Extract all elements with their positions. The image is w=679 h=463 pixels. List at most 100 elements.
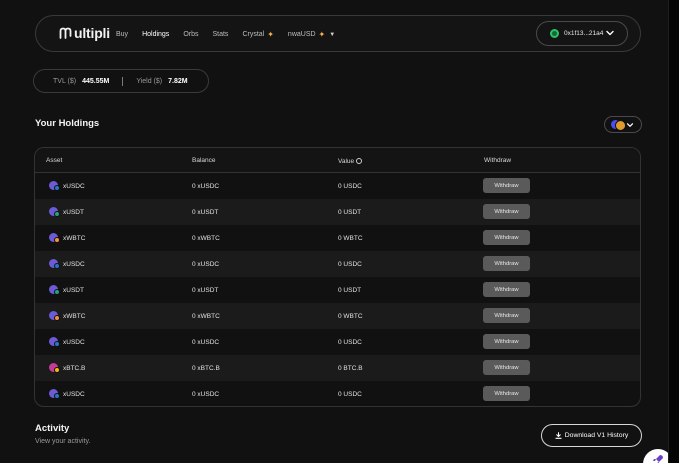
table-row: xUSDC 0 xUSDC 0 USDC Withdraw — [35, 251, 640, 277]
value-cell: 0 USDC — [338, 183, 362, 190]
asset-cell: xUSDC — [49, 259, 85, 269]
page-scrollbar[interactable] — [668, 0, 679, 463]
download-history-label: Download V1 History — [564, 432, 629, 439]
wbtc-icon — [49, 311, 60, 321]
caret-down-icon: ▼ — [329, 31, 336, 38]
wallet-avatar-icon — [550, 29, 559, 38]
protocol-stats: TVL ($) 445.55M Yield ($) 7.82M — [33, 69, 209, 93]
usdc-icon — [49, 389, 60, 399]
withdraw-button[interactable]: Withdraw — [483, 178, 530, 193]
table-row: xUSDC 0 xUSDC 0 USDC Withdraw — [35, 173, 640, 199]
value-cell: 0 USDC — [338, 261, 362, 268]
withdraw-button[interactable]: Withdraw — [483, 230, 530, 245]
yield-value: 7.82M — [168, 77, 188, 85]
table-body: xUSDC 0 xUSDC 0 USDC Withdraw xUSDT 0 xUSDT 0 … — [35, 173, 640, 406]
withdraw-button[interactable]: Withdraw — [483, 308, 530, 323]
value-cell: 0 USDC — [338, 391, 362, 398]
balance-cell: 0 xWBTC — [192, 313, 220, 320]
value-cell: 0 WBTC — [338, 313, 363, 320]
asset-cell: xUSDC — [49, 181, 85, 191]
yield-label: Yield ($) — [136, 77, 163, 85]
stats-divider — [122, 76, 124, 86]
asset-cell: xBTC.B — [49, 363, 85, 373]
chevron-down-icon — [626, 123, 634, 127]
page: ultipli Buy Holdings Orbs Stats Crystal ✦… — [0, 0, 673, 463]
asset-cell: xUSDT — [49, 285, 84, 295]
rocket-icon — [653, 455, 663, 463]
top-nav-bar: ultipli Buy Holdings Orbs Stats Crystal ✦… — [35, 15, 641, 52]
main-nav: Buy Holdings Orbs Stats Crystal ✦ nwaUSD ✦… — [116, 16, 349, 53]
col-withdraw: Withdraw — [484, 157, 512, 164]
nav-label: Holdings — [142, 31, 170, 38]
balance-cell: 0 xUSDT — [192, 287, 219, 294]
holdings-table: Asset Balance Value Withdraw xUSDC 0 xUSD… — [34, 147, 641, 407]
table-row: xUSDT 0 xUSDT 0 USDT Withdraw — [35, 199, 640, 225]
nav-label: Crystal — [242, 31, 265, 38]
balance-cell: 0 xUSDT — [192, 209, 219, 216]
table-header: Asset Balance Value Withdraw — [35, 148, 640, 173]
nav-label: Orbs — [183, 31, 199, 38]
withdraw-button[interactable]: Withdraw — [483, 282, 530, 297]
tvl-value: 445.55M — [82, 77, 110, 85]
usdt-icon — [49, 285, 60, 295]
download-icon — [555, 432, 562, 439]
nav-label: Stats — [212, 31, 229, 38]
asset-name: xUSDC — [63, 260, 85, 268]
balance-cell: 0 xUSDC — [192, 339, 220, 346]
asset-name: xUSDT — [63, 208, 84, 216]
chevron-down-icon — [606, 30, 614, 36]
table-row: xWBTC 0 xWBTC 0 WBTC Withdraw — [35, 303, 640, 329]
value-cell: 0 USDT — [338, 209, 362, 216]
table-row: xUSDT 0 xUSDT 0 USDT Withdraw — [35, 277, 640, 303]
info-icon[interactable] — [356, 157, 363, 164]
nav-item-buy[interactable]: Buy — [116, 31, 128, 38]
activity-subtitle: View your activity. — [35, 438, 91, 445]
download-history-button[interactable]: Download V1 History — [541, 424, 642, 447]
asset-name: xUSDC — [63, 182, 85, 190]
nav-item-nwausd[interactable]: nwaUSD ✦ ▼ — [288, 30, 335, 39]
asset-cell: xWBTC — [49, 311, 85, 321]
wbtc-icon — [49, 233, 60, 243]
value-cell: 0 USDT — [338, 287, 362, 294]
token-filter-dropdown[interactable] — [604, 116, 642, 133]
withdraw-button[interactable]: Withdraw — [483, 204, 530, 219]
balance-cell: 0 xWBTC — [192, 235, 220, 242]
nav-item-orbs[interactable]: Orbs — [183, 31, 198, 38]
asset-cell: xUSDC — [49, 389, 85, 399]
withdraw-button[interactable]: Withdraw — [483, 360, 530, 375]
withdraw-button[interactable]: Withdraw — [483, 334, 530, 349]
nav-item-stats[interactable]: Stats — [212, 31, 228, 38]
asset-name: xBTC.B — [63, 364, 86, 372]
usdc-icon — [49, 337, 60, 347]
balance-cell: 0 xUSDC — [192, 183, 220, 190]
nav-label: nwaUSD — [287, 31, 316, 38]
usdc-icon — [49, 259, 60, 269]
sparkle-icon: ✦ — [318, 30, 326, 39]
value-cell: 0 WBTC — [338, 235, 363, 242]
table-row: xUSDC 0 xUSDC 0 USDC Withdraw — [35, 381, 640, 406]
activity-title: Activity — [35, 423, 70, 434]
withdraw-button[interactable]: Withdraw — [483, 386, 530, 401]
holdings-title: Your Holdings — [35, 118, 100, 129]
brand-name: ultipli — [74, 25, 110, 41]
col-value: Value — [338, 157, 363, 165]
withdraw-button[interactable]: Withdraw — [483, 256, 530, 271]
asset-name: xWBTC — [63, 312, 86, 320]
usdt-icon — [49, 207, 60, 217]
brand-logo[interactable]: ultipli — [59, 25, 110, 41]
wallet-button[interactable]: 0x1f13...21a4 — [536, 21, 628, 46]
col-balance: Balance — [192, 157, 216, 164]
asset-name: xUSDT — [63, 286, 84, 294]
table-row: xBTC.B 0 xBTC.B 0 BTC.B Withdraw — [35, 355, 640, 381]
col-value-label: Value — [338, 158, 355, 165]
balance-cell: 0 xBTC.B — [192, 365, 220, 372]
wallet-address: 0x1f13...21a4 — [564, 30, 604, 37]
balance-cell: 0 xUSDC — [192, 261, 220, 268]
balance-cell: 0 xUSDC — [192, 391, 220, 398]
nav-item-crystal[interactable]: Crystal ✦ — [242, 30, 273, 39]
value-cell: 0 BTC.B — [338, 365, 363, 372]
asset-name: xWBTC — [63, 234, 86, 242]
table-row: xWBTC 0 xWBTC 0 WBTC Withdraw — [35, 225, 640, 251]
tvl-label: TVL ($) — [53, 77, 77, 85]
nav-item-holdings[interactable]: Holdings — [142, 31, 169, 38]
